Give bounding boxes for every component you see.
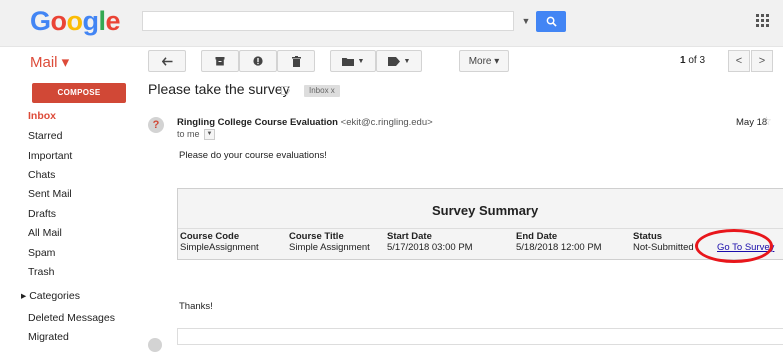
column-header-start-date: Start Date [387,231,432,242]
star-icon[interactable]: ☆ [761,114,772,128]
sender-avatar: ? [148,117,164,133]
pager-total: of 3 [688,55,706,66]
folder-icon [341,57,354,66]
chevron-down-icon: ▼ [403,57,411,65]
email-subject: Please take the survey [148,81,290,97]
apps-grid-icon[interactable] [756,14,770,28]
sidebar-item-inbox[interactable]: Inbox [28,110,56,122]
sidebar-item-all-mail[interactable]: All Mail [28,227,62,239]
column-header-course-code: Course Code [180,231,240,242]
email-body-text: Please do your course evaluations! [179,150,327,161]
sidebar-item-drafts[interactable]: Drafts [28,208,56,220]
delete-button[interactable] [277,50,315,72]
cell-course-code: SimpleAssignment [180,242,259,253]
sidebar-item-categories[interactable]: ▸ Categories [21,290,80,302]
label-tag-icon [387,56,400,66]
archive-button[interactable] [201,50,239,72]
search-icon [546,16,557,27]
recipient-line: to me ▼ [177,129,216,141]
mail-app-switcher[interactable]: Mail ▾ [30,53,69,71]
inbox-label-chip[interactable]: Inbox x [304,85,340,97]
spam-alert-icon [253,56,263,66]
cell-status: Not-Submitted [633,242,694,253]
labels-button[interactable]: ▼ [376,50,422,72]
pager-range: 1 [680,55,686,66]
search-button[interactable] [536,11,566,32]
sidebar-item-sent-mail[interactable]: Sent Mail [28,188,72,200]
column-header-course-title: Course Title [289,231,344,242]
report-spam-button[interactable] [239,50,277,72]
newer-button[interactable]: < [728,50,750,72]
sidebar-item-important[interactable]: Important [28,150,72,162]
back-arrow-icon [161,56,172,66]
cell-course-title: Simple Assignment [289,242,370,253]
google-logo[interactable]: Google [30,6,121,36]
sidebar-item-trash[interactable]: Trash [28,266,54,278]
older-button[interactable]: > [751,50,773,72]
survey-title: Survey Summary [432,203,539,218]
trash-icon [291,55,301,67]
importance-marker-icon[interactable] [281,86,290,95]
more-button[interactable]: More ▾ [459,50,509,72]
back-button[interactable] [148,50,186,72]
sidebar-item-chats[interactable]: Chats [28,169,55,181]
reply-box[interactable] [177,328,783,345]
search-options-chevron-icon[interactable]: ▼ [516,11,536,31]
sidebar-item-deleted-messages[interactable]: Deleted Messages [28,312,115,324]
recipient-text: to me [177,129,200,139]
chevron-down-icon: ▼ [357,57,365,65]
sender-line: Ringling College Course Evaluation <ekit… [177,117,433,128]
move-to-button[interactable]: ▼ [330,50,376,72]
chevron-right-icon: > [758,55,766,67]
column-header-status: Status [633,231,663,242]
archive-icon [215,57,225,66]
sender-email: <ekit@c.ringling.edu> [340,117,433,128]
cell-end-date: 5/18/2018 12:00 PM [516,242,602,253]
sidebar-item-migrated[interactable]: Migrated [28,331,69,343]
email-closing: Thanks! [179,301,213,312]
column-header-end-date: End Date [516,231,558,242]
sidebar-item-starred[interactable]: Starred [28,130,62,142]
reply-avatar [148,338,162,352]
survey-divider [178,228,783,229]
sidebar-item-spam[interactable]: Spam [28,247,55,259]
search-input[interactable] [142,11,514,31]
sender-name: Ringling College Course Evaluation [177,117,338,128]
show-details-button[interactable]: ▼ [204,129,216,141]
annotation-circle [695,229,773,263]
compose-button[interactable]: COMPOSE [32,83,126,103]
cell-start-date: 5/17/2018 03:00 PM [387,242,473,253]
chevron-left-icon: < [735,55,743,67]
pager-text: 1 of 3 [680,55,705,66]
